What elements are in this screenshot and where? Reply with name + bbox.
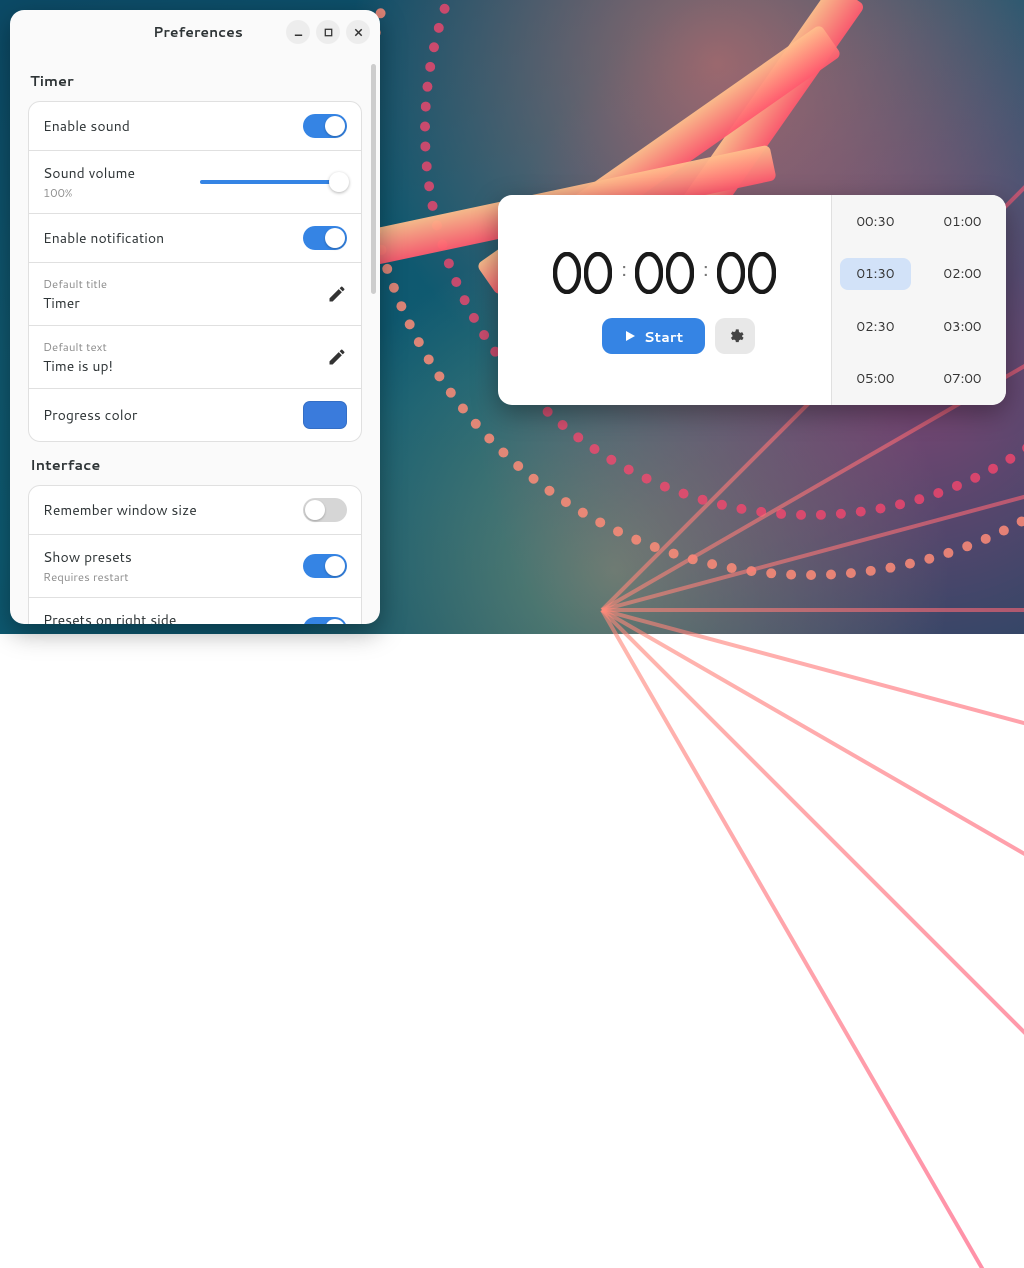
preferences-window: Preferences Timer Enable sound Sound vol…: [10, 10, 380, 624]
maximize-button[interactable]: [316, 20, 340, 44]
timer-buttons: Start: [602, 318, 756, 354]
seconds-field[interactable]: [717, 252, 776, 294]
presets-right-toggle[interactable]: [303, 617, 347, 624]
preset-label: 02:00: [943, 264, 981, 283]
timer-window: : : Start 00:30 01:00 01:30 02:00 02:30 03:00…: [498, 195, 1006, 405]
default-text-value: Time is up!: [43, 356, 317, 376]
maximize-icon: [323, 27, 334, 38]
digit-zero: [635, 252, 663, 294]
row-enable-sound: Enable sound: [29, 102, 361, 151]
preset-07-00[interactable]: 07:00: [919, 353, 1006, 406]
preset-label: 02:30: [856, 317, 894, 336]
time-display: : :: [553, 246, 775, 294]
row-show-presets: Show presets Requires restart: [29, 535, 361, 598]
settings-button[interactable]: [715, 318, 755, 354]
timer-main: : : Start: [498, 195, 831, 405]
minutes-field[interactable]: [635, 252, 694, 294]
digit-zero: [748, 252, 776, 294]
preset-01-30[interactable]: 01:30: [832, 248, 919, 301]
preset-label: 01:30: [856, 264, 894, 283]
window-title: Preferences: [116, 22, 280, 42]
preset-02-00[interactable]: 02:00: [919, 248, 1006, 301]
enable-sound-toggle[interactable]: [303, 114, 347, 138]
sound-volume-slider[interactable]: [200, 171, 347, 193]
start-button[interactable]: Start: [602, 318, 706, 354]
section-interface-title: Interface: [30, 454, 360, 475]
minimize-button[interactable]: [286, 20, 310, 44]
scrollbar-thumb[interactable]: [371, 64, 376, 294]
minimize-icon: [293, 27, 304, 38]
progress-color-swatch[interactable]: [303, 401, 347, 429]
row-sound-volume: Sound volume 100%: [29, 151, 361, 214]
hours-field[interactable]: [553, 252, 612, 294]
preset-label: 00:30: [856, 212, 894, 231]
default-title-label: Default title: [43, 275, 317, 292]
close-button[interactable]: [346, 20, 370, 44]
preset-label: 01:00: [943, 212, 981, 231]
preset-00-30[interactable]: 00:30: [832, 195, 919, 248]
preset-01-00[interactable]: 01:00: [919, 195, 1006, 248]
digit-zero: [666, 252, 694, 294]
enable-notification-label: Enable notification: [43, 228, 293, 248]
enable-notification-toggle[interactable]: [303, 226, 347, 250]
row-enable-notification: Enable notification: [29, 214, 361, 263]
show-presets-toggle[interactable]: [303, 554, 347, 578]
progress-color-label: Progress color: [43, 405, 293, 425]
edit-icon: [327, 284, 347, 304]
digit-zero: [584, 252, 612, 294]
close-icon: [353, 27, 364, 38]
preferences-scroll[interactable]: Timer Enable sound Sound volume 100% Ena…: [10, 54, 380, 624]
preset-05-00[interactable]: 05:00: [832, 353, 919, 406]
presets-panel: 00:30 01:00 01:30 02:00 02:30 03:00 05:00 07:00: [831, 195, 1006, 405]
row-remember-window-size: Remember window size: [29, 486, 361, 535]
sound-volume-value: 100%: [43, 184, 190, 201]
preset-label: 05:00: [856, 369, 894, 388]
time-separator: :: [620, 259, 627, 279]
remember-window-size-label: Remember window size: [43, 500, 293, 520]
preset-label: 03:00: [943, 317, 981, 336]
digit-zero: [717, 252, 745, 294]
default-text-label: Default text: [43, 338, 317, 355]
preset-02-30[interactable]: 02:30: [832, 300, 919, 353]
enable-sound-label: Enable sound: [43, 116, 293, 136]
preset-03-00[interactable]: 03:00: [919, 300, 1006, 353]
edit-icon: [327, 347, 347, 367]
row-presets-right: Presets on right side Requires restart: [29, 598, 361, 624]
titlebar: Preferences: [10, 10, 380, 54]
scrollbar[interactable]: [371, 60, 377, 340]
section-timer-title: Timer: [30, 70, 360, 91]
show-presets-sublabel: Requires restart: [43, 568, 293, 585]
gear-icon: [727, 328, 744, 345]
start-label: Start: [644, 326, 684, 347]
play-icon: [624, 330, 636, 342]
interface-settings-group: Remember window size Show presets Requir…: [28, 485, 362, 624]
presets-right-label: Presets on right side: [43, 610, 293, 624]
row-default-text[interactable]: Default text Time is up!: [29, 326, 361, 389]
row-default-title[interactable]: Default title Timer: [29, 263, 361, 326]
row-progress-color: Progress color: [29, 389, 361, 441]
show-presets-label: Show presets: [43, 547, 293, 567]
timer-settings-group: Enable sound Sound volume 100% Enable no…: [28, 101, 362, 442]
preset-label: 07:00: [943, 369, 981, 388]
default-title-value: Timer: [43, 293, 317, 313]
remember-window-size-toggle[interactable]: [303, 498, 347, 522]
sound-volume-label: Sound volume: [43, 163, 190, 183]
time-separator: :: [702, 259, 709, 279]
digit-zero: [553, 252, 581, 294]
